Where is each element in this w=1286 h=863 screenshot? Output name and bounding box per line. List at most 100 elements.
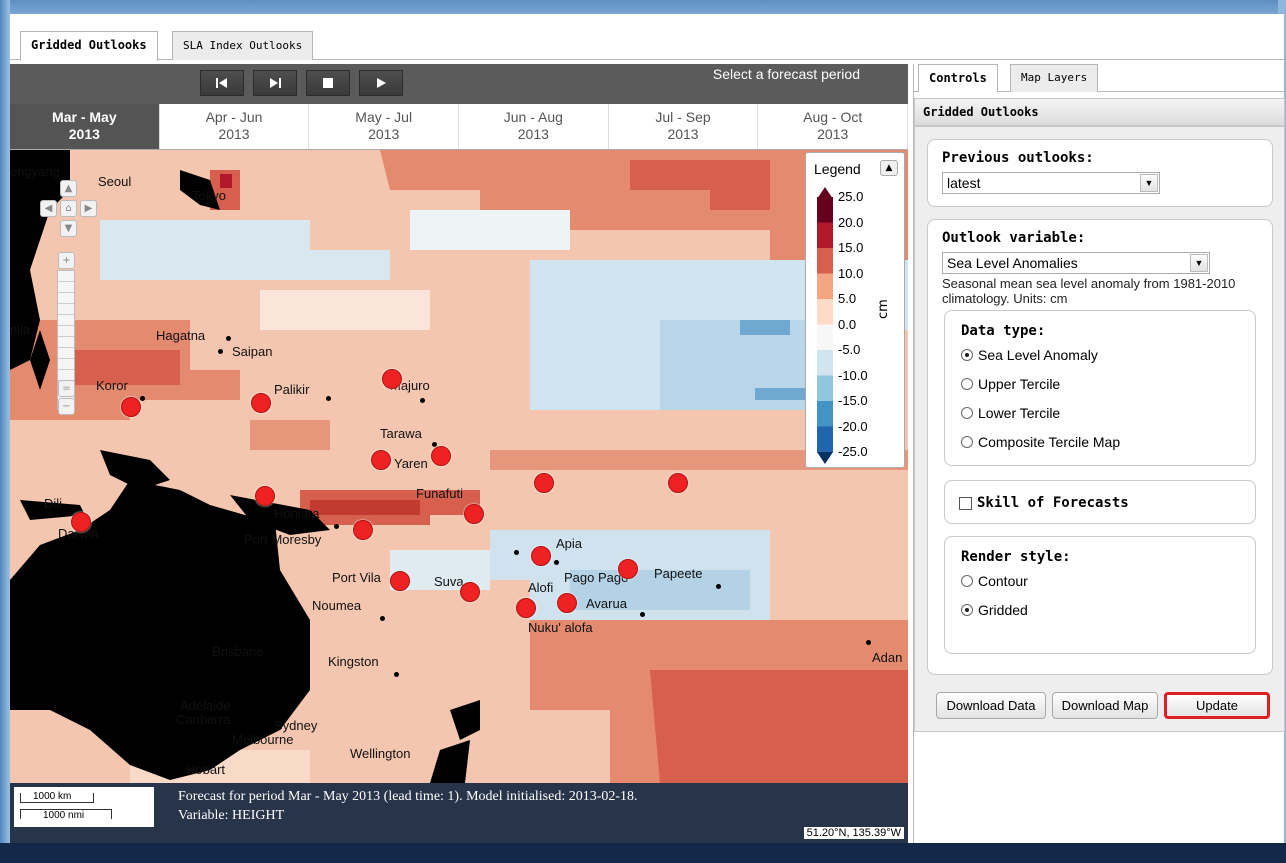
period-jul-sep[interactable]: Jul - Sep 2013 bbox=[609, 104, 759, 149]
zoom-out-icon[interactable]: − bbox=[58, 398, 75, 415]
skip-forward-button[interactable] bbox=[253, 70, 297, 96]
city-dot bbox=[716, 584, 721, 589]
city-label: Port Moresby bbox=[244, 532, 322, 547]
skip-forward-icon bbox=[270, 78, 281, 88]
scale-nmi-label: 1000 nmi bbox=[43, 810, 85, 821]
colorbar-segment bbox=[817, 299, 833, 325]
pan-right-icon[interactable]: ▶ bbox=[80, 200, 97, 217]
download-data-button[interactable]: Download Data bbox=[936, 692, 1046, 719]
station-marker[interactable] bbox=[464, 504, 484, 524]
radio-contour[interactable]: Contour bbox=[961, 573, 1028, 589]
colorbar-min-arrow bbox=[817, 452, 833, 464]
zoom-handle[interactable]: = bbox=[58, 380, 75, 397]
radio-composite-tercile-map[interactable]: Composite Tercile Map bbox=[961, 434, 1120, 450]
chevron-down-icon: ▼ bbox=[1140, 174, 1158, 192]
home-icon[interactable]: ⌂ bbox=[60, 200, 77, 217]
period-label: Jul - Sep bbox=[655, 109, 711, 125]
city-label: Melbourne bbox=[232, 732, 294, 747]
city-label: Canberra bbox=[176, 712, 231, 727]
colorbar-segment bbox=[817, 401, 833, 427]
tab-controls[interactable]: Controls bbox=[918, 64, 998, 92]
pan-down-icon[interactable]: ▼ bbox=[60, 220, 77, 237]
tab-gridded-outlooks[interactable]: Gridded Outlooks bbox=[20, 31, 158, 61]
colorbar-segment bbox=[817, 273, 833, 300]
data-type-label: Data type: bbox=[961, 323, 1046, 339]
radio-lower-tercile[interactable]: Lower Tercile bbox=[961, 405, 1060, 421]
city-label: Seoul bbox=[98, 174, 132, 189]
map-panel: Select a forecast period Mar - May 2013 A… bbox=[10, 64, 909, 843]
station-marker[interactable] bbox=[251, 393, 271, 413]
update-button[interactable]: Update bbox=[1164, 692, 1270, 719]
radio-sea-level-anomaly[interactable]: Sea Level Anomaly bbox=[961, 347, 1098, 363]
city-dot bbox=[326, 396, 331, 401]
station-marker[interactable] bbox=[71, 512, 91, 532]
period-label: Apr - Jun bbox=[205, 109, 263, 125]
station-marker[interactable] bbox=[516, 598, 536, 618]
zoom-in-icon[interactable]: + bbox=[58, 252, 75, 269]
period-aug-oct[interactable]: Aug - Oct 2013 bbox=[758, 104, 909, 149]
city-label: Alofi bbox=[528, 580, 554, 595]
period-may-jul[interactable]: May - Jul 2013 bbox=[309, 104, 460, 149]
station-marker[interactable] bbox=[371, 450, 391, 470]
pan-left-icon[interactable]: ◀ bbox=[40, 200, 57, 217]
skip-back-button[interactable] bbox=[200, 70, 244, 96]
city-label: Nuku' alofa bbox=[528, 620, 593, 635]
forecast-info-line: Forecast for period Mar - May 2013 (lead… bbox=[178, 789, 638, 804]
station-marker[interactable] bbox=[255, 486, 275, 506]
map-canvas[interactable]: ▲ ◀ ⌂ ▶ ▼ + = − ongyang Seoul Tokyo nila… bbox=[10, 150, 908, 783]
city-label: Kingston bbox=[328, 654, 379, 669]
city-dot bbox=[140, 396, 145, 401]
download-map-button[interactable]: Download Map bbox=[1052, 692, 1158, 719]
tab-sla-index-outlooks[interactable]: SLA Index Outlooks bbox=[172, 31, 314, 60]
pan-up-icon[interactable]: ▲ bbox=[60, 180, 77, 197]
radio-label: Lower Tercile bbox=[978, 405, 1061, 421]
city-dot bbox=[444, 764, 449, 769]
app-window: Gridded Outlooks SLA Index Outlooks Sele… bbox=[10, 14, 1285, 843]
radio-icon bbox=[961, 378, 973, 390]
window-left-band bbox=[0, 0, 10, 863]
city-label: Palikir bbox=[274, 382, 310, 397]
colorbar-segment bbox=[817, 222, 833, 249]
map-legend: Legend ▲ 25.0 20.0 15.0 10.0 5.0 0.0 -5.0 -10.0… bbox=[805, 152, 905, 468]
map-navigation: ▲ ◀ ⌂ ▶ ▼ + = − bbox=[22, 170, 97, 430]
period-mar-may[interactable]: Mar - May 2013 bbox=[10, 104, 160, 149]
station-marker[interactable] bbox=[390, 571, 410, 591]
period-apr-jun[interactable]: Apr - Jun 2013 bbox=[160, 104, 310, 149]
period-label: Mar - May bbox=[52, 109, 117, 125]
outlook-variable-select[interactable]: Sea Level Anomalies ▼ bbox=[942, 252, 1210, 274]
side-tab-bar: Controls Map Layers bbox=[914, 64, 1285, 92]
skill-of-forecasts-checkbox[interactable]: Skill of Forecasts bbox=[959, 495, 1129, 511]
station-marker[interactable] bbox=[431, 446, 451, 466]
station-marker[interactable] bbox=[557, 593, 577, 613]
city-dot bbox=[866, 640, 871, 645]
station-marker[interactable] bbox=[531, 546, 551, 566]
station-marker[interactable] bbox=[618, 559, 638, 579]
tab-map-layers[interactable]: Map Layers bbox=[1010, 64, 1099, 92]
radio-gridded[interactable]: Gridded bbox=[961, 602, 1028, 618]
previous-outlooks-label: Previous outlooks: bbox=[942, 150, 1094, 166]
period-jun-aug[interactable]: Jun - Aug 2013 bbox=[459, 104, 609, 149]
data-type-group: Data type: Sea Level Anomaly Upper Terci… bbox=[944, 310, 1256, 466]
period-year: 2013 bbox=[68, 126, 100, 142]
radio-upper-tercile[interactable]: Upper Tercile bbox=[961, 376, 1060, 392]
legend-tick-label: -15.0 bbox=[838, 393, 868, 408]
previous-outlooks-select[interactable]: latest ▼ bbox=[942, 172, 1160, 194]
play-button[interactable] bbox=[359, 70, 403, 96]
collapse-legend-icon[interactable]: ▲ bbox=[880, 160, 898, 176]
station-marker[interactable] bbox=[121, 397, 141, 417]
legend-unit: cm bbox=[876, 299, 891, 319]
period-label: Aug - Oct bbox=[803, 109, 863, 125]
city-label: Port Vila bbox=[332, 570, 381, 585]
period-year: 2013 bbox=[517, 126, 549, 142]
city-label: nila bbox=[10, 322, 31, 337]
station-marker[interactable] bbox=[353, 520, 373, 540]
city-label: Avarua bbox=[586, 596, 627, 611]
station-marker[interactable] bbox=[668, 473, 688, 493]
station-marker[interactable] bbox=[534, 473, 554, 493]
stop-button[interactable] bbox=[306, 70, 350, 96]
city-label: Funafuti bbox=[416, 486, 463, 501]
city-label: Apia bbox=[556, 536, 583, 551]
station-marker[interactable] bbox=[460, 582, 480, 602]
station-marker[interactable] bbox=[382, 369, 402, 389]
colorbar-segment bbox=[817, 426, 833, 453]
